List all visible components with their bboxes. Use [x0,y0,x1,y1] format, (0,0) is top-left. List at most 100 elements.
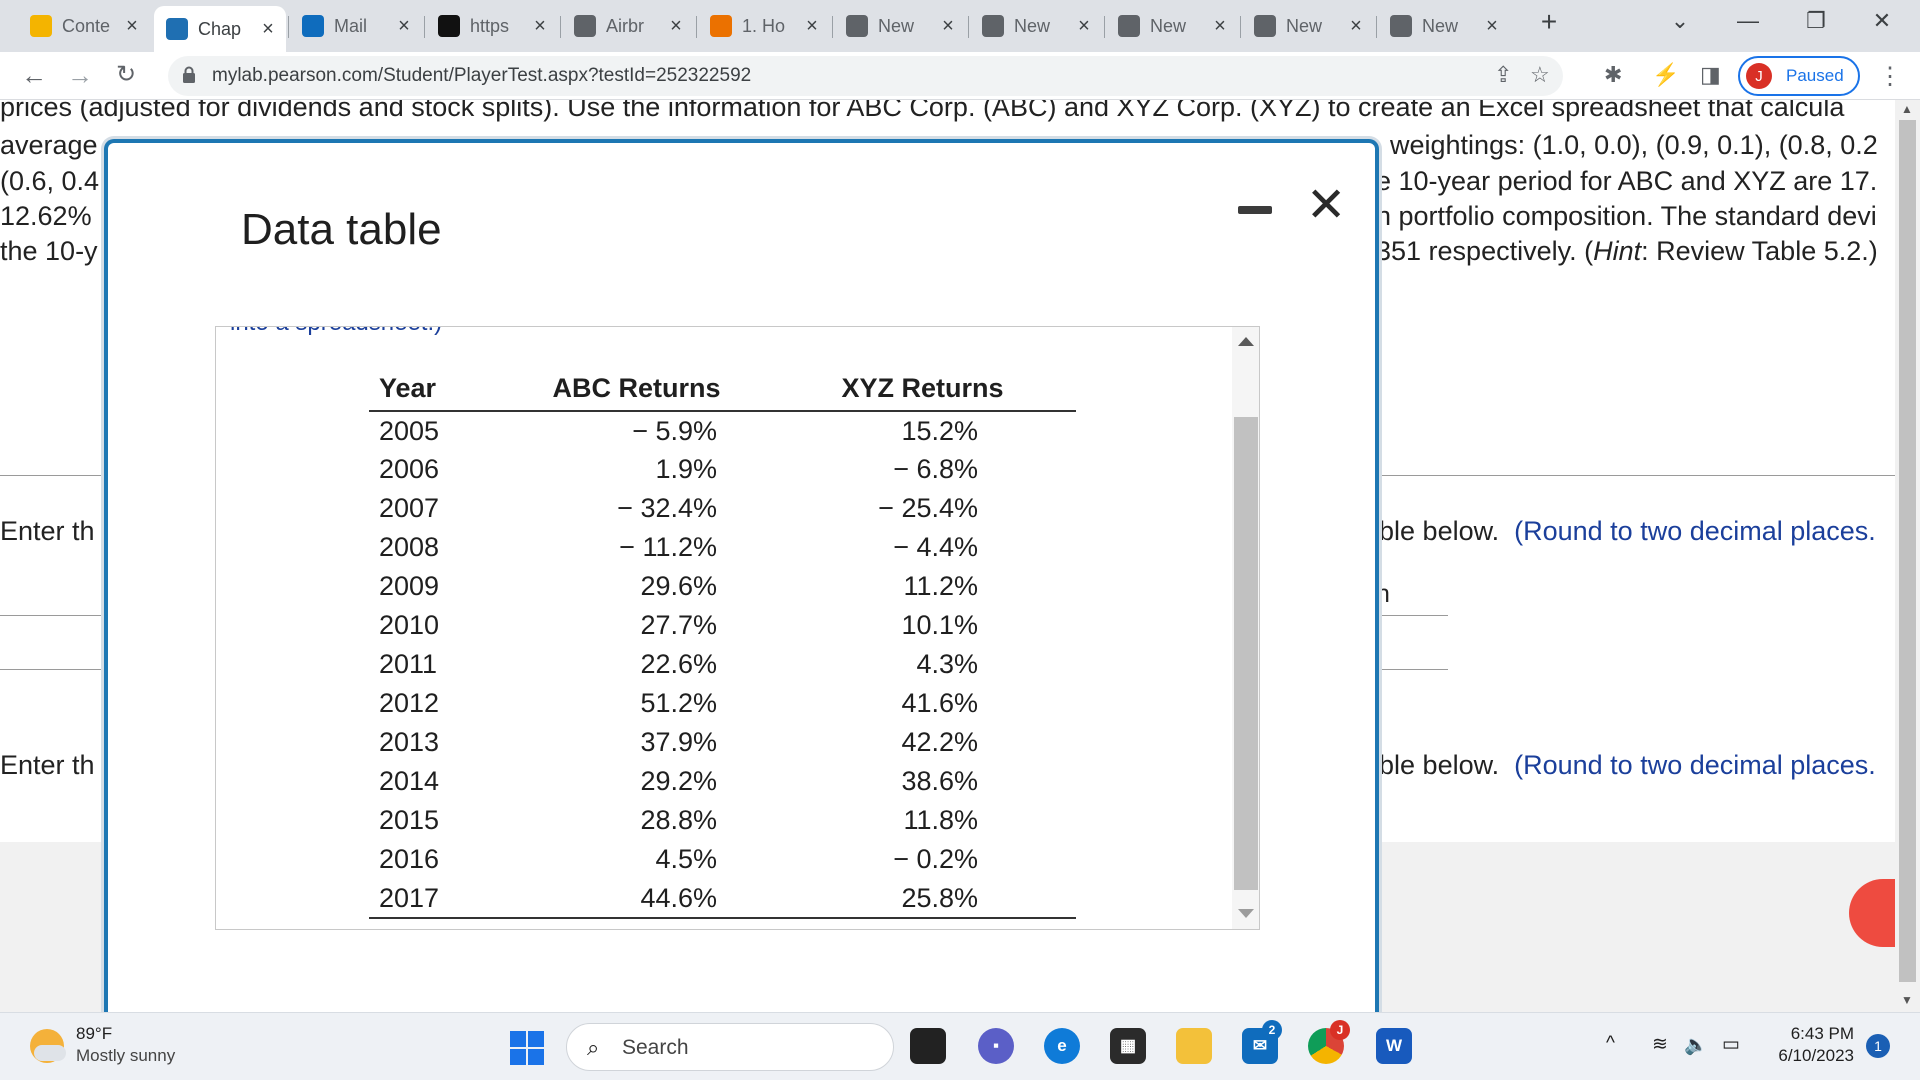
tab-search-chevron-icon[interactable]: ⌄ [1660,8,1700,34]
browser-tab[interactable]: https × [426,6,558,46]
notification-badge[interactable]: 1 [1866,1034,1890,1058]
table-scrollbar[interactable] [1232,327,1259,929]
page-scrollbar[interactable]: ▲ ▼ [1895,100,1920,1012]
xyz-return-cell: 42.2% [901,727,978,757]
scroll-down-arrow-icon[interactable] [1238,909,1254,918]
search-icon: ⌕ [587,1035,600,1060]
scrollbar-thumb[interactable] [1234,417,1258,890]
profile-button[interactable]: J Paused [1738,56,1860,96]
file-explorer-icon[interactable] [1176,1028,1212,1064]
year-cell: 2011 [379,649,438,679]
xyz-return-cell: 25.8% [729,879,1076,919]
tab-separator [832,16,833,38]
tab-separator [560,16,561,38]
teams-chat-icon[interactable]: ▪ [978,1028,1014,1064]
browser-tab[interactable]: New × [970,6,1102,46]
close-tab-icon[interactable]: × [938,15,958,38]
microsoft-store-icon[interactable]: ▦ [1110,1028,1146,1064]
close-tab-icon[interactable]: × [530,15,550,38]
minimize-button[interactable] [1238,206,1272,214]
tab-separator [1104,16,1105,38]
close-tab-icon[interactable]: × [258,18,278,41]
share-icon[interactable]: ⇪ [1494,62,1512,88]
table-row: 2007 − 32.4% − 25.4% [369,489,1076,528]
rounding-hint: (Round to two decimal places. [1514,750,1876,780]
tab-title: Conte [62,15,111,36]
extensions-puzzle-icon[interactable]: ✱ [1604,62,1622,88]
windows-start-icon[interactable] [510,1031,544,1065]
side-panel-icon[interactable]: ◨ [1700,62,1721,88]
year-cell: 2016 [379,844,440,874]
question-text-line-2-left: average [0,130,98,160]
restore-window-icon[interactable]: ❐ [1796,8,1836,34]
browser-toolbar: ← → ↻ mylab.pearson.com/Student/PlayerTe… [0,52,1920,100]
back-arrow-icon[interactable]: ← [18,60,50,91]
forward-arrow-icon[interactable]: → [64,60,96,91]
close-tab-icon[interactable]: × [1482,15,1502,38]
browser-tab[interactable]: New × [1106,6,1238,46]
question-text-line-2-right: , weightings: (1.0, 0.0), (0.9, 0.1), (0… [1375,130,1878,160]
question-text-line-4-right: n portfolio composition. The standard de… [1376,201,1877,231]
chevron-up-icon[interactable]: ^ [1606,1033,1615,1055]
scroll-up-arrow-icon[interactable] [1238,337,1254,346]
pencil-icon [30,15,52,37]
instruction-2-right: able below. (Round to two decimal places… [1364,750,1876,780]
browser-tab[interactable]: New × [1242,6,1374,46]
close-tab-icon[interactable]: × [1074,15,1094,38]
tab-separator [696,16,697,38]
task-view-icon[interactable] [910,1028,946,1064]
battery-icon[interactable]: ▭ [1722,1033,1740,1056]
chatgpt-icon [982,15,1004,37]
browser-tab[interactable]: Chap × [154,6,286,52]
close-tab-icon[interactable]: × [802,15,822,38]
year-cell: 2012 [379,688,440,718]
address-bar[interactable]: mylab.pearson.com/Student/PlayerTest.asp… [168,56,1563,96]
wifi-icon[interactable]: ≋ [1652,1033,1668,1056]
table-rule [1370,669,1448,670]
scroll-up-arrow-icon[interactable]: ▲ [1901,102,1913,116]
weather-sun-icon[interactable] [30,1029,66,1063]
performance-icon[interactable]: ⚡ [1652,62,1679,88]
question-text-line-3-right: e 10-year period for ABC and XYZ are 17. [1376,166,1878,196]
chatgpt-icon [1254,15,1276,37]
table-row: 2012 51.2% 41.6% [369,684,1076,723]
speaker-icon[interactable]: 🔈 [1684,1033,1708,1057]
browser-tab[interactable]: Airbr × [562,6,694,46]
instruction-1-right: able below. (Round to two decimal places… [1364,516,1876,546]
close-window-icon[interactable]: ✕ [1862,8,1902,34]
browser-tab[interactable]: Mail × [290,6,422,46]
abc-return-cell: 37.9% [640,727,717,757]
question-text-line-1: prices (adjusted for dividends and stock… [0,100,1845,122]
clock-date[interactable]: 6/10/2023 [1768,1046,1854,1066]
close-tab-icon[interactable]: × [1210,15,1230,38]
bookmark-star-icon[interactable]: ☆ [1530,62,1550,88]
scroll-down-arrow-icon[interactable]: ▼ [1901,993,1913,1007]
kebab-menu-icon[interactable]: ⋮ [1878,62,1902,91]
edge-icon[interactable]: e [1044,1028,1080,1064]
close-button[interactable]: ✕ [1306,182,1346,230]
browser-tab[interactable]: New × [1378,6,1510,46]
dialog-title: Data table [241,205,442,254]
taskbar-search-box[interactable]: ⌕ Search [566,1023,894,1071]
word-icon[interactable]: W [1376,1028,1412,1064]
table-rule [0,669,110,670]
new-tab-icon[interactable]: + [1529,6,1569,38]
browser-tab[interactable]: 1. Ho × [698,6,830,46]
question-text-line-4-left: 12.62% [0,201,92,231]
reload-icon[interactable]: ↻ [110,60,142,89]
browser-tab[interactable]: New × [834,6,966,46]
truncated-instruction-text: into a spreadsheet.) [230,327,442,337]
tab-title: New [1014,15,1051,36]
scrollbar-thumb[interactable] [1899,120,1916,982]
clock-time[interactable]: 6:43 PM [1778,1024,1854,1044]
xyz-return-cell: − 25.4% [878,493,978,523]
close-tab-icon[interactable]: × [122,15,142,38]
weather-condition[interactable]: Mostly sunny [76,1046,175,1066]
browser-tab[interactable]: Conte × [18,6,150,46]
minimize-window-icon[interactable]: — [1728,8,1768,34]
weather-temperature[interactable]: 89°F [76,1024,112,1044]
close-tab-icon[interactable]: × [666,15,686,38]
close-tab-icon[interactable]: × [1346,15,1366,38]
tab-separator [1240,16,1241,38]
close-tab-icon[interactable]: × [394,15,414,38]
